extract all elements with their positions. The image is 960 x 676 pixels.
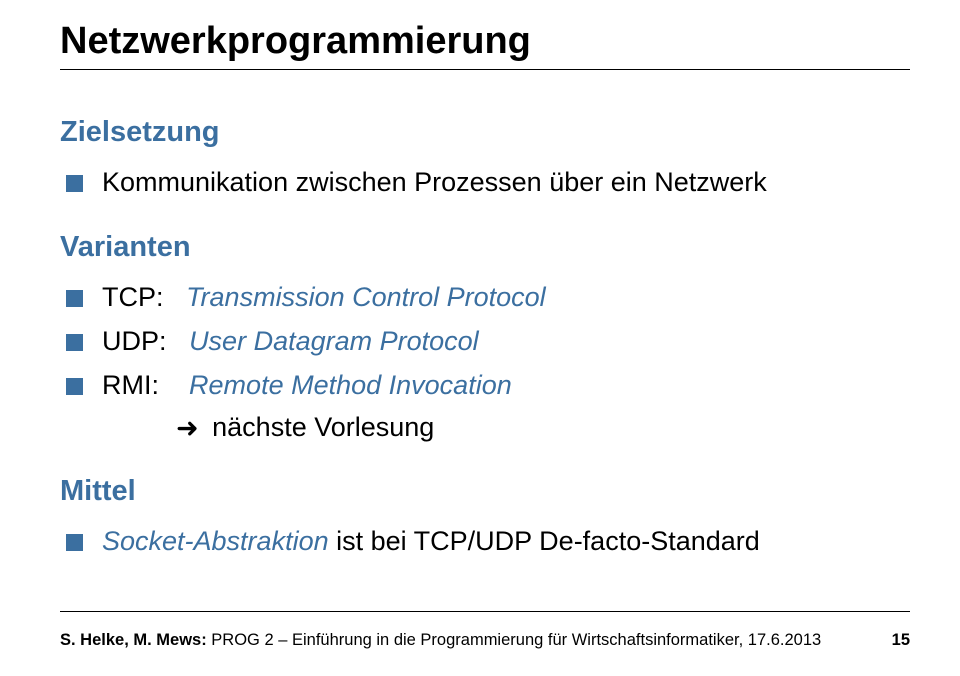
mittel-list: Socket-Abstraktion ist bei TCP/UDP De-fa…: [60, 522, 910, 562]
list-item: TCP: Transmission Control Protocol: [102, 278, 910, 318]
proto-name: User Datagram Protocol: [189, 326, 479, 356]
title-rule: [60, 69, 910, 70]
slide: Netzwerkprogrammierung Zielsetzung Kommu…: [0, 0, 960, 676]
proto-label: UDP:: [102, 326, 167, 356]
varianten-list: TCP: Transmission Control Protocol UDP: …: [60, 278, 910, 447]
section-heading-ziel: Zielsetzung: [60, 116, 910, 149]
item-rest: ist bei TCP/UDP De-facto-Standard: [329, 526, 760, 556]
sub-text: nächste Vorlesung: [212, 412, 434, 442]
item-text: Kommunikation zwischen Prozessen über ei…: [102, 167, 767, 197]
footer-authors: S. Helke, M. Mews:: [60, 631, 207, 649]
proto-name: Remote Method Invocation: [189, 370, 512, 400]
footer-rule: [60, 611, 910, 612]
footer-left: S. Helke, M. Mews: PROG 2 – Einführung i…: [60, 631, 821, 650]
list-item: RMI: Remote Method Invocation ➜ nächste …: [102, 366, 910, 447]
slide-title: Netzwerkprogrammierung: [60, 20, 910, 63]
proto-name: Transmission Control Protocol: [186, 282, 546, 312]
ziel-list: Kommunikation zwischen Prozessen über ei…: [60, 163, 910, 203]
concept-name: Socket-Abstraktion: [102, 526, 329, 556]
list-item: Socket-Abstraktion ist bei TCP/UDP De-fa…: [102, 522, 910, 562]
section-heading-varianten: Varianten: [60, 231, 910, 264]
page-number: 15: [892, 631, 910, 650]
proto-label: RMI:: [102, 370, 159, 400]
list-item: UDP: User Datagram Protocol: [102, 322, 910, 362]
proto-label: TCP:: [102, 282, 164, 312]
sub-line: ➜ nächste Vorlesung: [102, 408, 910, 447]
list-item: Kommunikation zwischen Prozessen über ei…: [102, 163, 910, 203]
footer-course: PROG 2 – Einführung in die Programmierun…: [207, 631, 821, 649]
section-heading-mittel: Mittel: [60, 475, 910, 508]
footer: S. Helke, M. Mews: PROG 2 – Einführung i…: [60, 631, 910, 650]
arrow-right-icon: ➜: [176, 409, 199, 448]
